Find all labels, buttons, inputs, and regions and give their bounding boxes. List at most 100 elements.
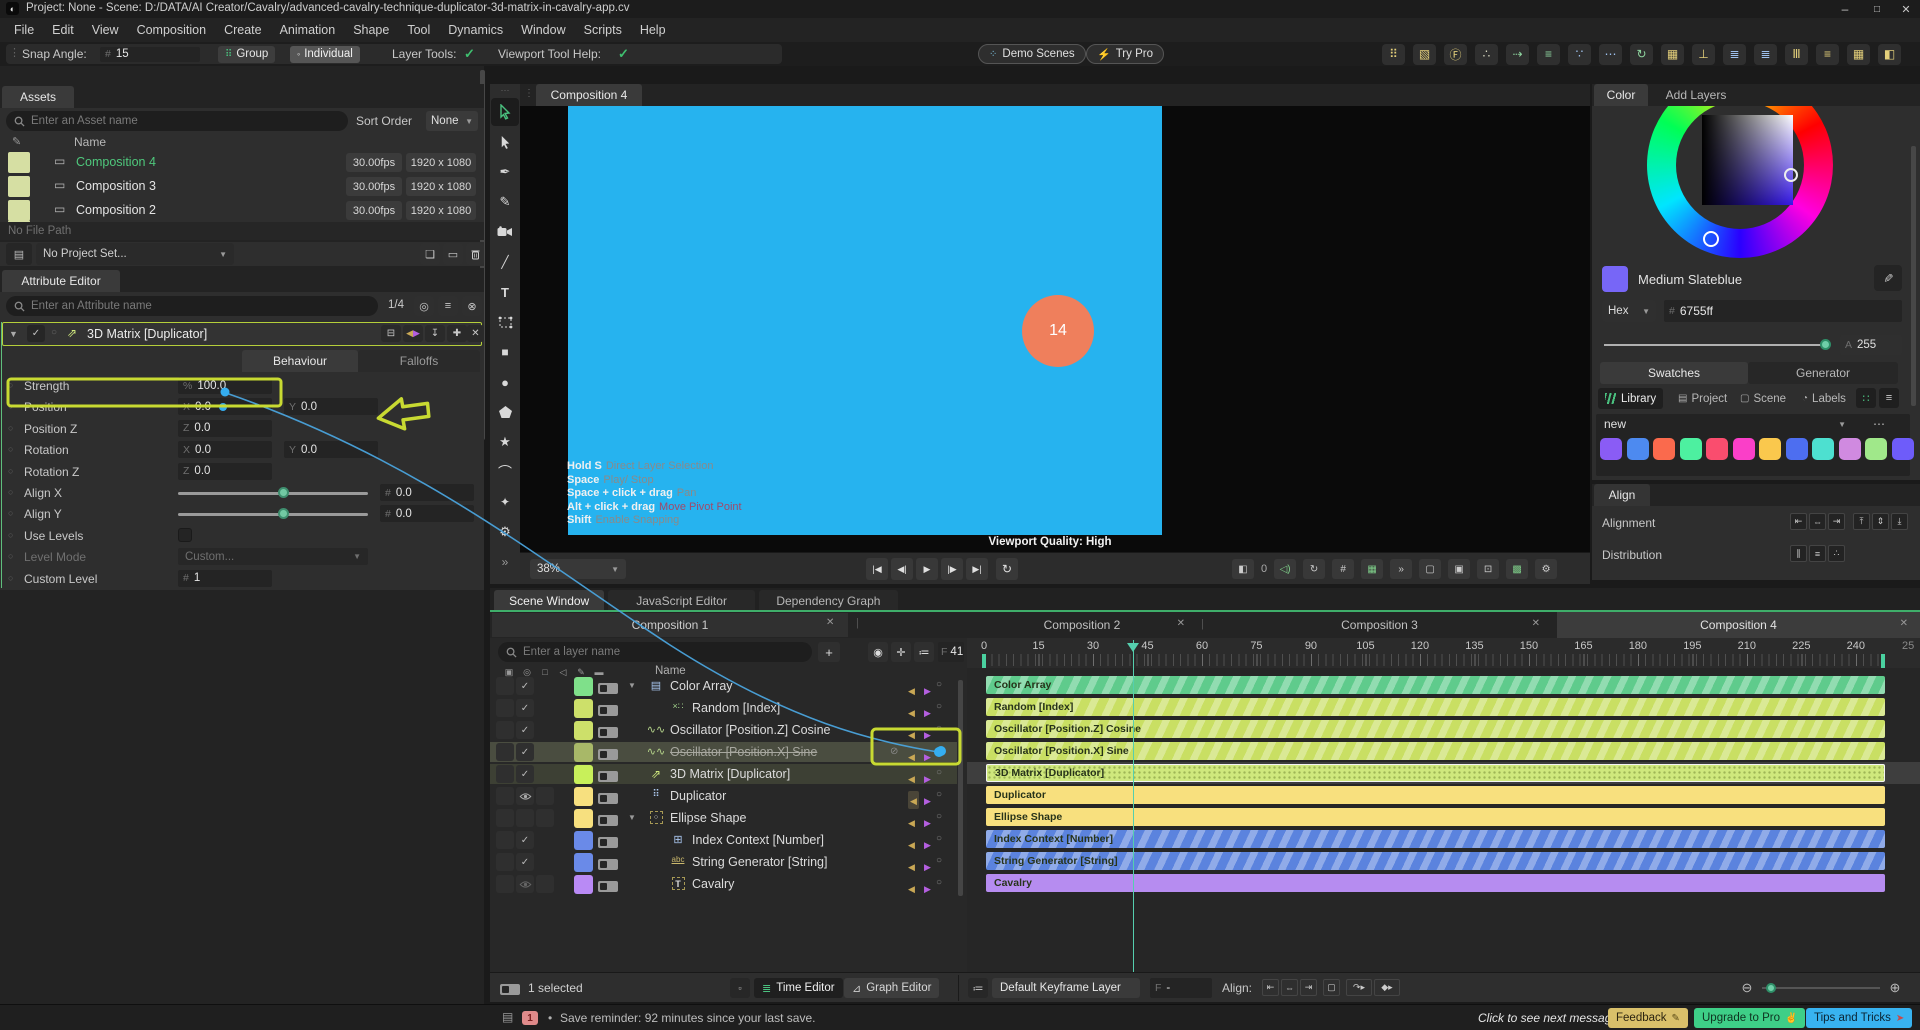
keyframe-circle[interactable]: ○ bbox=[936, 855, 942, 866]
asset-row[interactable]: ▭ Composition 4 30.00fps 1920 x 1080 bbox=[0, 152, 484, 174]
duplicate-index-badge[interactable]: 14 bbox=[1022, 295, 1094, 367]
swatch-set-select[interactable]: new ▼ bbox=[1596, 414, 1854, 434]
toolbar-rows-icon[interactable]: ≡ bbox=[1816, 43, 1839, 65]
layer-row-string-generator-string-[interactable]: ✓ abc String Generator [String] ◀ ▶ ○ bbox=[490, 852, 957, 872]
library-swatch[interactable] bbox=[1732, 438, 1755, 460]
eyedropper-button[interactable]: ✎ bbox=[1874, 265, 1902, 291]
list-view-button[interactable]: ≡ bbox=[1879, 388, 1899, 408]
asset-name[interactable]: Composition 2 bbox=[76, 203, 156, 217]
tool-rectangle[interactable]: ■ bbox=[491, 338, 519, 366]
slider-knob[interactable] bbox=[277, 487, 289, 498]
field-value[interactable]: 0.0 bbox=[194, 422, 210, 434]
tab-assets[interactable]: Assets bbox=[2, 86, 74, 108]
loop-button[interactable]: ↻ bbox=[996, 558, 1018, 580]
library-swatch[interactable] bbox=[1865, 438, 1887, 460]
display-icon[interactable]: ▢ bbox=[1419, 559, 1442, 579]
delete-asset-button[interactable] bbox=[466, 243, 484, 265]
footer-frame-field[interactable]: F - bbox=[1150, 978, 1212, 998]
current-color-swatch[interactable] bbox=[1602, 266, 1628, 292]
tab-attribute-editor[interactable]: Attribute Editor bbox=[2, 270, 120, 292]
layer-row-index-context-number-[interactable]: ✓ ⊞ Index Context [Number] ◀ ▶ ○ bbox=[490, 830, 957, 850]
tab-color[interactable]: Color bbox=[1594, 84, 1648, 106]
connector-socket-icon[interactable]: ○ bbox=[8, 530, 13, 540]
layer-row-cavalry[interactable]: T Cavalry ◀ ▶ ○ bbox=[490, 874, 957, 894]
layer-color-swatch[interactable] bbox=[574, 831, 593, 850]
menu-item-shape[interactable]: Shape bbox=[344, 23, 398, 37]
footer-key-button[interactable]: ◆▸ bbox=[1374, 979, 1400, 996]
toolbar-cluster-dots-icon[interactable]: ∵ bbox=[1568, 43, 1591, 65]
tab-composition-3[interactable]: Composition 3 ✕ bbox=[1207, 612, 1552, 638]
camera-toggle-icon[interactable]: ◧ bbox=[1232, 559, 1254, 579]
layer-name[interactable]: Color Array bbox=[670, 679, 733, 693]
connector-socket-icon[interactable]: ○ bbox=[8, 401, 13, 411]
menu-item-scripts[interactable]: Scripts bbox=[575, 23, 631, 37]
keyframe-circle[interactable]: ○ bbox=[936, 679, 942, 690]
footer-align-frame-button[interactable]: ▢ bbox=[1323, 979, 1340, 996]
connector-socket-icon[interactable]: ○ bbox=[8, 551, 13, 561]
layer-name[interactable]: Cavalry bbox=[692, 877, 734, 891]
alpha-field[interactable]: A 255 bbox=[1840, 335, 1902, 355]
checker-icon[interactable]: ▩ bbox=[1506, 559, 1529, 579]
prev-keyframe-button[interactable]: ◀ bbox=[908, 725, 915, 743]
layer-color-swatch[interactable] bbox=[574, 875, 593, 894]
tab-add-layers[interactable]: Add Layers bbox=[1650, 84, 1742, 106]
menu-item-file[interactable]: File bbox=[5, 23, 43, 37]
library-swatch[interactable] bbox=[1891, 438, 1914, 460]
tab-swatches[interactable]: Swatches bbox=[1600, 362, 1748, 384]
layers-icon[interactable]: ▣ bbox=[1448, 559, 1471, 579]
dock-button[interactable]: ▫ bbox=[730, 978, 750, 998]
align-bottom-button[interactable]: ⤓ bbox=[1891, 513, 1908, 530]
menu-item-help[interactable]: Help bbox=[631, 23, 675, 37]
minimize-button[interactable]: – bbox=[1830, 0, 1860, 18]
time-editor-button[interactable]: ≣ Time Editor bbox=[754, 978, 843, 998]
demo-scenes-button[interactable]: ⁘ Demo Scenes bbox=[978, 44, 1086, 64]
expand-chevron-icon[interactable]: ▼ bbox=[628, 681, 636, 690]
align-center-h-button[interactable]: ⇔ bbox=[1809, 513, 1826, 530]
layer-row-oscillator-position-z-cosine[interactable]: ✓ ∿∿ Oscillator [Position.Z] Cosine ◀ ▶ ○ bbox=[490, 720, 957, 740]
keyframe-circle[interactable]: ○ bbox=[936, 701, 942, 712]
library-swatch[interactable] bbox=[1838, 438, 1861, 460]
asset-search-input[interactable] bbox=[31, 115, 340, 127]
align-middle-v-button[interactable]: ⇕ bbox=[1872, 513, 1889, 530]
value-field-y[interactable]: Y 0.0 bbox=[284, 398, 378, 416]
menu-item-dynamics[interactable]: Dynamics bbox=[439, 23, 512, 37]
source-scene-button[interactable]: ▢ Scene bbox=[1734, 388, 1792, 409]
tab-composition-2[interactable]: Composition 2 ✕ bbox=[967, 612, 1197, 638]
menu-item-edit[interactable]: Edit bbox=[43, 23, 83, 37]
keyframe-circle[interactable]: ○ bbox=[936, 767, 942, 778]
sort-order-select[interactable]: None ▼ bbox=[426, 111, 478, 131]
drag-handle-icon[interactable]: ⋮ bbox=[524, 88, 534, 99]
value-field-y[interactable]: Y 0.0 bbox=[284, 441, 378, 459]
asset-name[interactable]: Composition 3 bbox=[76, 179, 156, 193]
go-start-button[interactable]: |◀ bbox=[866, 558, 888, 580]
timeline-zoom-track[interactable] bbox=[1762, 987, 1880, 989]
toolbar-camera-box-icon[interactable]: ◧ bbox=[1878, 43, 1901, 65]
next-message-link[interactable]: Click to see next message bbox=[1478, 1011, 1618, 1025]
slider-track[interactable] bbox=[178, 512, 368, 516]
connector-socket-icon[interactable]: ○ bbox=[8, 508, 13, 518]
library-swatch[interactable] bbox=[1706, 438, 1728, 460]
library-swatch[interactable] bbox=[1600, 438, 1622, 460]
value-field-#[interactable]: #0.0 bbox=[380, 505, 474, 523]
layer-toggle[interactable] bbox=[598, 703, 618, 721]
prev-keyframe-button[interactable]: ◀ bbox=[908, 703, 915, 721]
distribute-h-button[interactable]: ∥ bbox=[1790, 545, 1807, 562]
layer-list-scrollbar[interactable] bbox=[958, 680, 963, 896]
tool-ellipse[interactable]: ● bbox=[491, 368, 519, 396]
attribute-search[interactable] bbox=[6, 296, 378, 316]
field-value[interactable]: 0.0 bbox=[194, 465, 210, 477]
layer-tools-check-icon[interactable]: ✓ bbox=[464, 46, 475, 62]
tool-text[interactable]: T bbox=[491, 278, 519, 306]
field-value[interactable]: 100.0 bbox=[197, 380, 226, 392]
tab-scene-window[interactable]: Scene Window bbox=[494, 590, 605, 612]
menu-item-view[interactable]: View bbox=[83, 23, 128, 37]
layer-row-random-index-[interactable]: ✓ ×∷ Random [Index] ◀ ▶ ○ bbox=[490, 698, 957, 718]
toolbar-scatter-icon[interactable]: ∴ bbox=[1475, 43, 1498, 65]
next-keyframe-button[interactable]: ▶ bbox=[924, 769, 931, 787]
field-value[interactable]: 1 bbox=[194, 572, 200, 584]
tab-composition-4[interactable]: Composition 4 ✕ bbox=[1557, 612, 1920, 638]
layer-name[interactable]: Index Context [Number] bbox=[692, 833, 824, 847]
layer-row-duplicator[interactable]: ⠿ Duplicator ◀ ▶ ○ bbox=[490, 786, 957, 809]
keyframe-dot[interactable] bbox=[219, 402, 228, 411]
viewport-zoom-select[interactable]: 38% ▼ bbox=[530, 559, 626, 579]
